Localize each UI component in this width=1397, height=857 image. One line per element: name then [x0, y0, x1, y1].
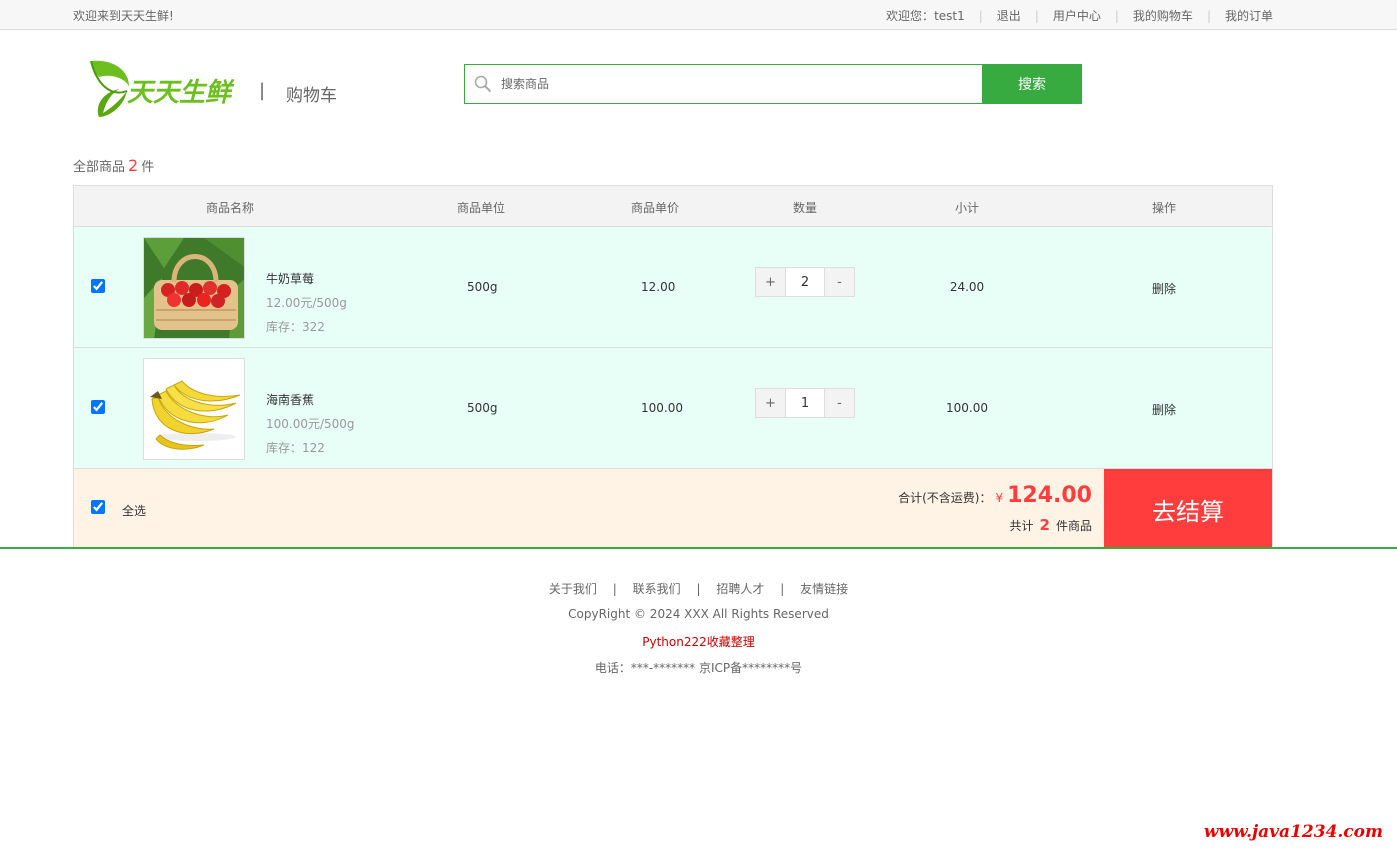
logout-link[interactable]: 退出	[997, 7, 1021, 24]
copyright-text: CopyRight © 2024 XXX All Rights Reserved	[568, 607, 829, 621]
top-nav: 欢迎您： test1 | 退出 | 用户中心 | 我的购物车 | 我的订单	[886, 7, 1273, 24]
quantity-stepper: + -	[755, 388, 855, 418]
search-bar: 搜索	[464, 64, 1082, 104]
top-bar: 欢迎来到天天生鲜! 欢迎您： test1 | 退出 | 用户中心 | 我的购物车…	[0, 0, 1397, 30]
product-price: 12.00	[641, 280, 676, 294]
product-stock: 库存：322	[266, 320, 325, 334]
quantity-minus-button[interactable]: -	[824, 388, 855, 418]
col-unit: 商品单位	[457, 201, 506, 215]
watermark: www.java1234.com	[1203, 822, 1383, 842]
col-action: 操作	[1152, 201, 1177, 215]
jobs-link[interactable]: 招聘人才	[716, 582, 764, 596]
col-subtotal: 小计	[955, 201, 980, 215]
col-name: 商品名称	[206, 201, 255, 215]
username: test1	[934, 8, 965, 23]
search-input[interactable]	[501, 65, 982, 103]
delete-link[interactable]: 删除	[1152, 401, 1176, 418]
select-all-label[interactable]: 全选	[122, 502, 146, 519]
col-quantity: 数量	[793, 201, 818, 215]
cart-row: 牛奶草莓 12.00元/500g 库存：322 500g 12.00 + - 2…	[74, 227, 1272, 348]
product-name[interactable]: 牛奶草莓	[266, 270, 314, 287]
page-title: 购物车	[286, 86, 337, 106]
total-items-line: 共计 2 件商品	[1009, 516, 1092, 534]
product-price-unit: 100.00元/500g	[266, 417, 355, 431]
product-unit: 500g	[467, 401, 498, 415]
delete-link[interactable]: 删除	[1152, 280, 1176, 297]
cart-header: 商品名称 商品单位 商品单价 数量 小计 操作	[74, 186, 1272, 227]
credit-text: Python222收藏整理	[642, 635, 755, 649]
welcome-text: 欢迎来到天天生鲜!	[73, 9, 174, 23]
total-amount-line: 合计(不含运费)： ¥ 124.00	[898, 483, 1092, 508]
about-link[interactable]: 关于我们	[549, 582, 597, 596]
greeting-label: 欢迎您：	[886, 9, 935, 23]
cart-total-count: 全部商品 2 件	[73, 156, 155, 175]
quantity-input[interactable]	[786, 267, 824, 297]
quantity-plus-button[interactable]: +	[755, 267, 786, 297]
product-price-unit: 12.00元/500g	[266, 296, 347, 310]
search-button[interactable]: 搜索	[982, 64, 1082, 104]
product-unit: 500g	[467, 280, 498, 294]
footer-links: 关于我们 | 联系我们 | 招聘人才 | 友情链接	[548, 582, 849, 596]
checkout-button[interactable]: 去结算	[1104, 469, 1272, 549]
my-orders-link[interactable]: 我的订单	[1225, 7, 1273, 24]
total-amount: 124.00	[1007, 483, 1092, 508]
currency-symbol: ¥	[995, 491, 1004, 505]
product-image-banana[interactable]	[143, 358, 245, 460]
product-name[interactable]: 海南香蕉	[266, 391, 314, 408]
friend-links-link[interactable]: 友情链接	[800, 582, 848, 596]
select-all-checkbox[interactable]	[91, 500, 105, 514]
quantity-stepper: + -	[755, 267, 855, 297]
total-items-count: 2	[1039, 516, 1050, 534]
cart-table: 商品名称 商品单位 商品单价 数量 小计 操作 牛奶草莓 12.00元/500g…	[73, 185, 1273, 549]
cart-summary: 全选 合计(不含运费)： ¥ 124.00 共计 2 件商品 去结算	[74, 469, 1272, 549]
col-price: 商品单价	[631, 201, 680, 215]
product-image-strawberry[interactable]	[143, 237, 245, 339]
item-checkbox[interactable]	[91, 279, 105, 293]
footer-divider	[0, 547, 1397, 549]
quantity-input[interactable]	[786, 388, 824, 418]
my-cart-link[interactable]: 我的购物车	[1133, 7, 1193, 24]
cart-row: 海南香蕉 100.00元/500g 库存：122 500g 100.00 + -…	[74, 348, 1272, 469]
phone-icp-text: 电话：***-******* 京ICP备********号	[594, 661, 803, 675]
item-subtotal: 24.00	[949, 280, 985, 294]
item-checkbox[interactable]	[91, 400, 105, 414]
svg-text:天天生鲜: 天天生鲜	[127, 78, 235, 108]
item-subtotal: 100.00	[946, 401, 988, 415]
product-price: 100.00	[641, 401, 683, 415]
search-icon	[465, 65, 501, 103]
header-separator: |	[259, 80, 266, 101]
quantity-plus-button[interactable]: +	[755, 388, 786, 418]
site-logo[interactable]: 天天生鲜	[89, 57, 241, 119]
total-count-number: 2	[128, 156, 139, 175]
contact-link[interactable]: 联系我们	[633, 582, 681, 596]
user-center-link[interactable]: 用户中心	[1053, 7, 1101, 24]
quantity-minus-button[interactable]: -	[824, 267, 855, 297]
product-stock: 库存：122	[266, 441, 325, 455]
